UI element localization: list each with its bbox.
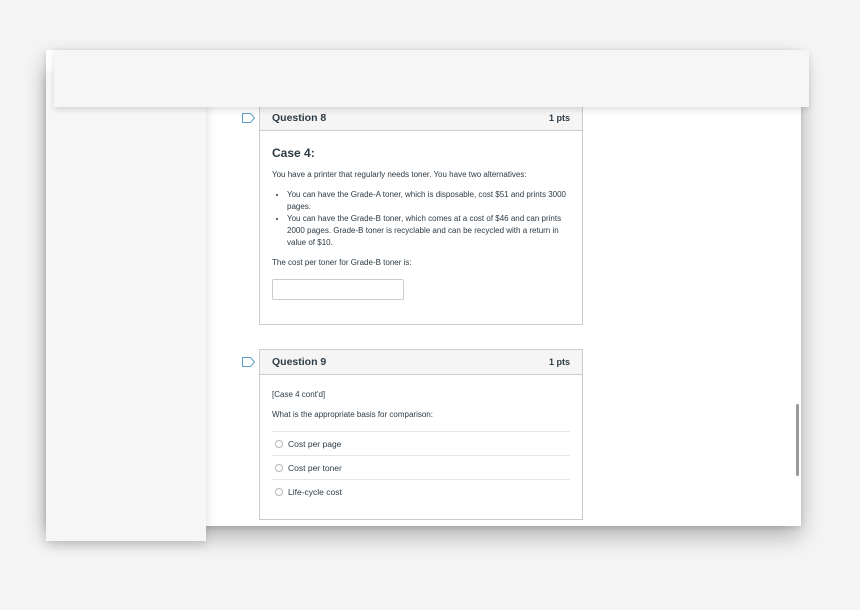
option-cost-per-page[interactable]: Cost per page [272, 431, 570, 455]
question-8-card: Question 8 1 pts Case 4: You have a prin… [259, 105, 583, 325]
radio-unselected-icon[interactable] [275, 487, 283, 496]
question-9-header: Question 9 1 pts [260, 350, 582, 375]
question-8-prompt: The cost per toner for Grade-B toner is: [272, 258, 412, 267]
top-toolbar-area [54, 50, 809, 107]
question-8-title: Question 8 [272, 112, 327, 124]
vertical-scrollbar[interactable] [796, 404, 799, 476]
radio-unselected-icon[interactable] [275, 463, 283, 472]
alternatives-list: You can have the Grade-A toner, which is… [272, 189, 570, 249]
alternative-grade-b: You can have the Grade-B toner, which co… [287, 213, 570, 249]
question-9-points: 1 pts [548, 357, 570, 367]
case-intro: You have a printer that regularly needs … [272, 170, 527, 179]
flag-question-9-icon[interactable] [242, 357, 255, 367]
option-label: Cost per page [288, 438, 342, 449]
answer-input-field[interactable] [272, 279, 404, 300]
question-9-prompt: What is the appropriate basis for compar… [272, 410, 433, 419]
option-label: Cost per toner [288, 462, 342, 473]
option-life-cycle-cost[interactable]: Life-cycle cost [272, 479, 570, 503]
flag-question-8-icon[interactable] [242, 113, 255, 123]
left-sidebar-panel [46, 72, 206, 541]
question-8-body: Case 4: You have a printer that regularl… [260, 131, 582, 316]
question-8-points: 1 pts [548, 113, 570, 123]
question-9-body: [Case 4 cont'd] What is the appropriate … [260, 375, 582, 513]
question-9-title: Question 9 [272, 356, 327, 368]
question-8-header: Question 8 1 pts [260, 106, 582, 131]
alternative-grade-a: You can have the Grade-A toner, which is… [287, 189, 570, 213]
case-title: Case 4: [272, 146, 315, 160]
option-label: Life-cycle cost [288, 486, 342, 497]
question-9-context: [Case 4 cont'd] [272, 390, 326, 399]
radio-unselected-icon[interactable] [275, 439, 283, 448]
option-cost-per-toner[interactable]: Cost per toner [272, 455, 570, 479]
question-9-card: Question 9 1 pts [Case 4 cont'd] What is… [259, 349, 583, 520]
